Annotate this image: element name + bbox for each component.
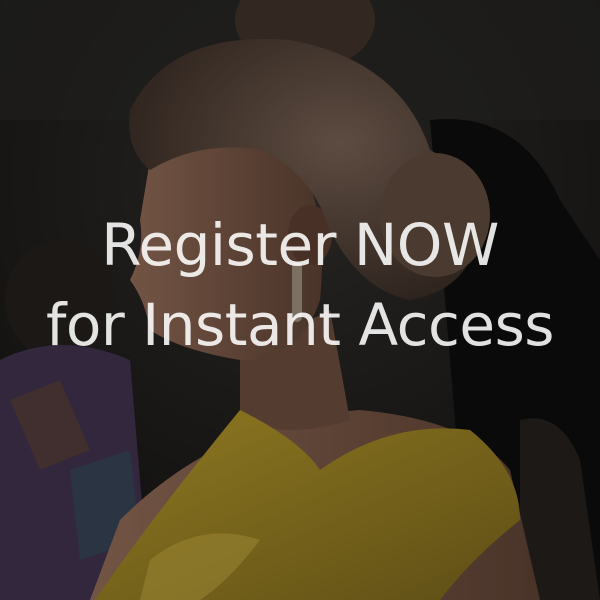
- promo-banner[interactable]: Register NOW for Instant Access: [0, 0, 600, 600]
- cta-line-2[interactable]: for Instant Access: [0, 285, 600, 365]
- register-cta[interactable]: Register NOW for Instant Access: [0, 205, 600, 365]
- cta-line-1[interactable]: Register NOW: [0, 205, 600, 285]
